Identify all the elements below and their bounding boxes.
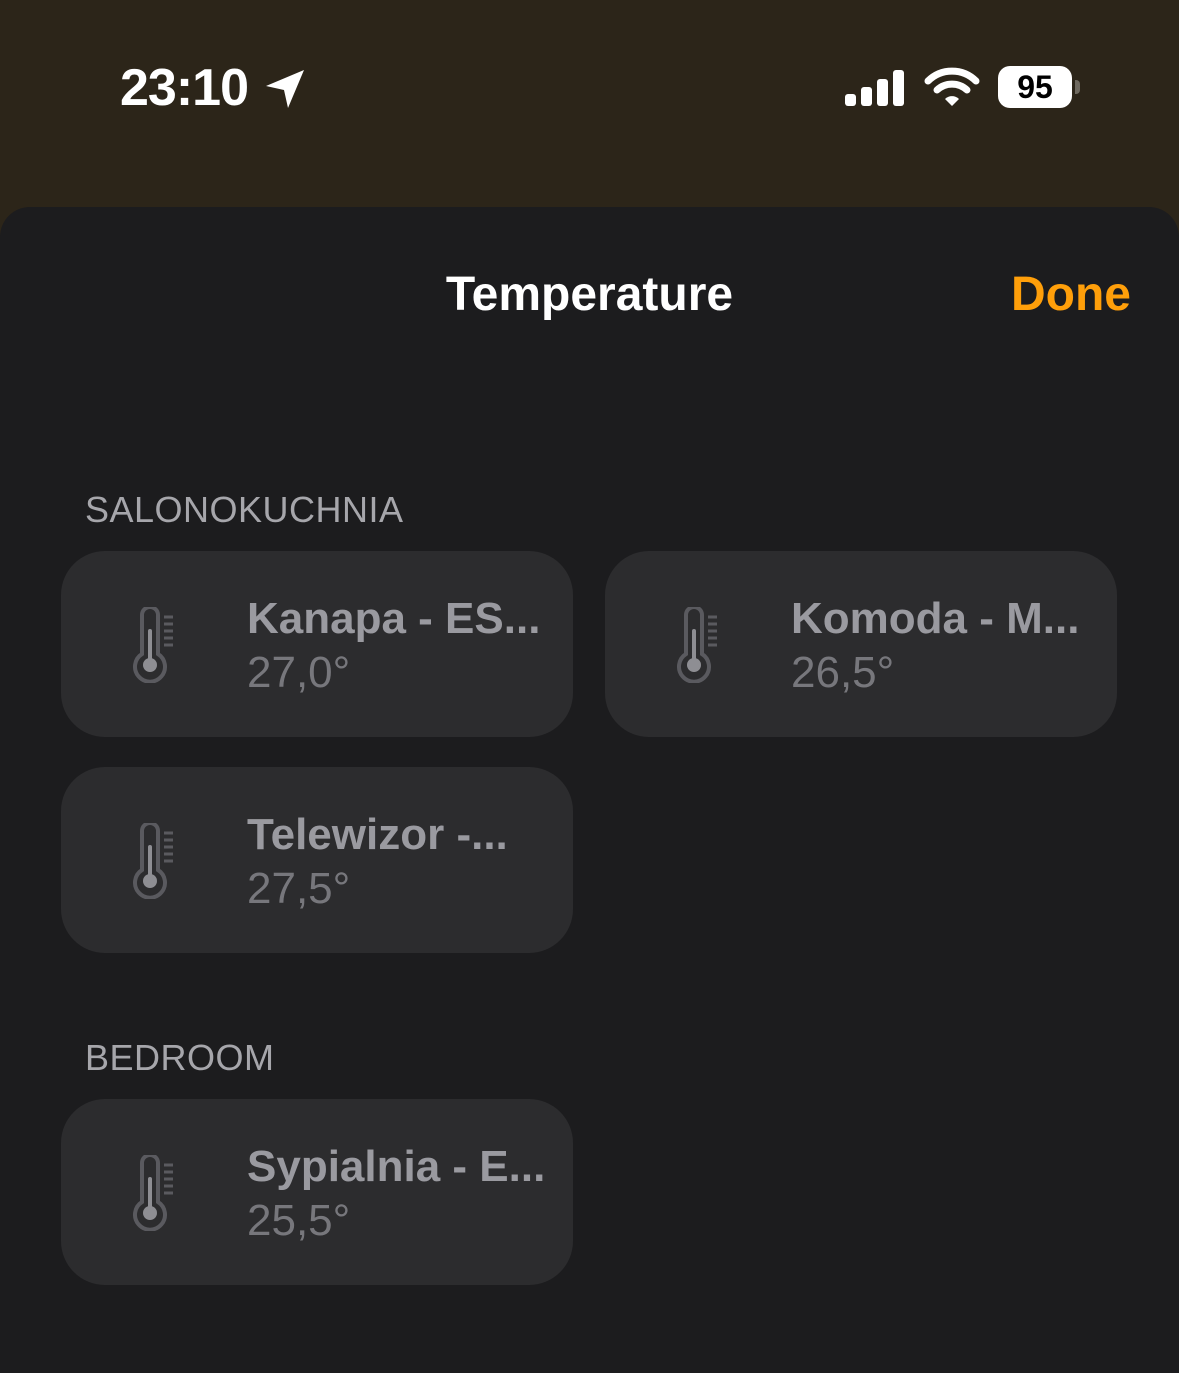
sensor-name: Kanapa - ES... xyxy=(247,594,541,643)
done-button[interactable]: Done xyxy=(1011,265,1131,325)
sensor-name: Telewizor -... xyxy=(247,810,508,859)
sensor-temperature: 27,5° xyxy=(247,864,351,913)
section-header-salonokuchnia: SALONOKUCHNIA xyxy=(85,489,404,530)
sensor-tile-sypialnia[interactable]: Sypialnia - E... 25,5° xyxy=(61,1099,573,1285)
battery-cap xyxy=(1075,80,1080,94)
thermometer-icon xyxy=(133,607,173,683)
temperature-sheet: Temperature Done SALONOKUCHNIA Kanapa - … xyxy=(0,207,1179,1373)
sensor-name: Sypialnia - E... xyxy=(247,1142,546,1191)
battery-level: 95 xyxy=(1017,69,1053,105)
sensor-tile-telewizor[interactable]: Telewizor -... 27,5° xyxy=(61,767,573,953)
thermometer-icon xyxy=(133,823,173,899)
section-header-bedroom: BEDROOM xyxy=(85,1037,275,1078)
sensor-temperature: 27,0° xyxy=(247,648,351,697)
sheet-title: Temperature xyxy=(445,268,734,321)
cellular-signal-icon xyxy=(845,70,904,106)
wifi-icon xyxy=(924,67,980,106)
sensor-temperature: 25,5° xyxy=(247,1196,351,1245)
sensor-temperature: 26,5° xyxy=(791,648,895,697)
status-time: 23:10 xyxy=(120,59,249,117)
thermometer-icon xyxy=(133,1155,173,1231)
thermometer-icon xyxy=(677,607,717,683)
sensor-tile-kanapa[interactable]: Kanapa - ES... 27,0° xyxy=(61,551,573,737)
location-arrow-icon xyxy=(266,70,304,108)
sensor-name: Komoda - M... xyxy=(791,594,1080,643)
battery-icon: 95 xyxy=(998,66,1084,110)
sensor-tile-komoda[interactable]: Komoda - M... 26,5° xyxy=(605,551,1117,737)
status-bar: 23:10 95 xyxy=(0,0,1179,207)
